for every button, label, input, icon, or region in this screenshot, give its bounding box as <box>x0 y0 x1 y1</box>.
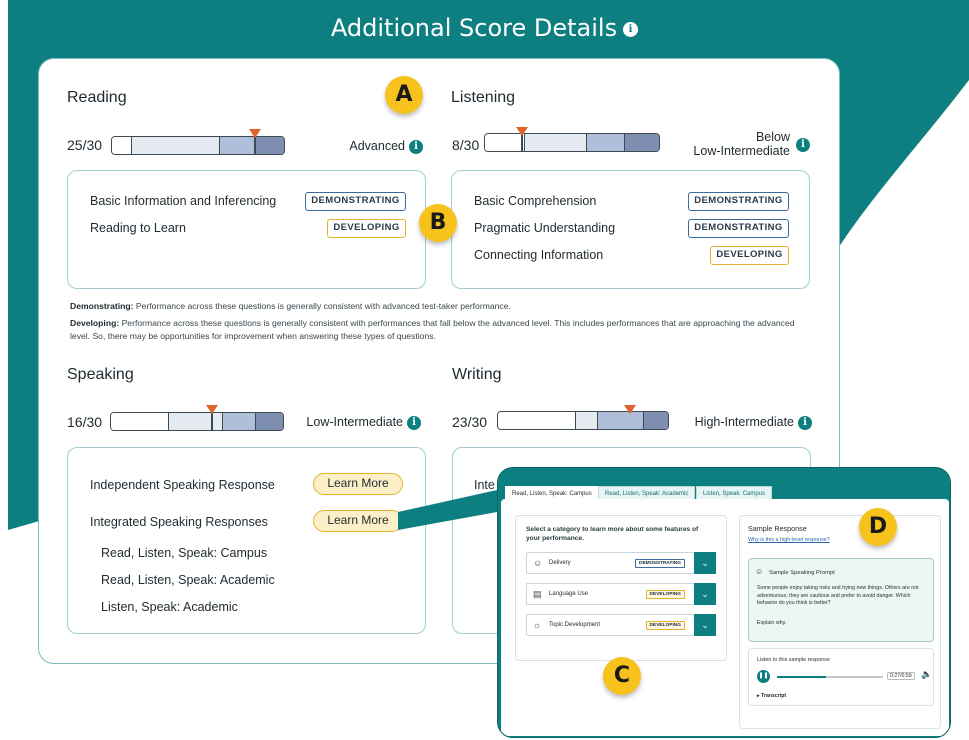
chevron-down-icon[interactable]: ⌄ <box>694 552 716 574</box>
reading-title: Reading <box>67 89 127 106</box>
audio-time: 0:27/0:59 <box>887 672 915 680</box>
speaking-score: 16/30 <box>67 414 103 430</box>
reading-level: Advanced i <box>320 139 423 154</box>
reading-score: 25/30 <box>67 137 103 153</box>
callout-a: A <box>385 76 423 114</box>
listening-score-bar <box>484 133 660 152</box>
category-row-topic-development[interactable]: ☼ Topic Development DEVELOPING ⌄ <box>526 614 716 636</box>
speaking-level: Low-Intermediate i <box>295 415 421 430</box>
callout-b: B <box>419 204 457 242</box>
audio-player: Listen to this sample response ❚❚ 0:27/0… <box>748 648 934 706</box>
listen-label: Listen to this sample response <box>757 657 830 663</box>
info-icon[interactable]: i <box>796 138 810 152</box>
callout-d: D <box>859 508 897 546</box>
writing-title: Writing <box>452 366 502 383</box>
info-icon[interactable]: i <box>798 415 812 430</box>
category-row-language-use[interactable]: ▤ Language Use DEVELOPING ⌄ <box>526 583 716 605</box>
category-card: Select a category to learn more about so… <box>515 515 727 661</box>
listening-skill-label: Basic Comprehension <box>474 194 597 208</box>
prompt-text: Some people enjoy taking risks and tryin… <box>757 585 919 606</box>
reading-skill-label: Basic Information and Inferencing <box>90 194 277 208</box>
status-badge: DEMONSTRATING <box>634 559 685 568</box>
sample-response-card: Sample Response Why is this a high-level… <box>739 515 941 729</box>
learn-more-button[interactable]: Learn More <box>313 510 403 532</box>
callout-c: C <box>603 657 641 695</box>
speaking-task-label: Integrated Speaking Responses <box>90 515 268 529</box>
sample-response-title: Sample Response <box>748 524 807 533</box>
high-level-link[interactable]: Why is this a high-level response? <box>748 536 830 545</box>
person-icon: ☺ <box>533 558 543 568</box>
listening-skill-label: Pragmatic Understanding <box>474 221 616 235</box>
status-legend: Demonstrating: Performance across these … <box>70 300 810 343</box>
legend-demonstrating: Demonstrating: Performance across these … <box>70 301 511 311</box>
writing-level: High-Intermediate i <box>680 415 812 430</box>
category-label: Language Use <box>549 591 589 597</box>
lightbulb-icon: ☼ <box>533 620 542 630</box>
listening-level-line2: Low-Intermediate <box>693 144 790 158</box>
category-label: Topic Development <box>549 622 601 628</box>
pause-icon[interactable]: ❚❚ <box>757 670 770 683</box>
reading-score-marker <box>249 129 261 138</box>
category-prompt: Select a category to learn more about so… <box>526 526 699 542</box>
info-icon[interactable]: i <box>409 139 423 154</box>
status-badge: DEMONSTRATING <box>688 219 789 238</box>
writing-task-label: Inte <box>474 478 495 492</box>
speaking-score-marker <box>206 405 218 414</box>
speaking-prompt-icon: ☺ <box>755 567 764 576</box>
audio-progress-fill <box>777 676 826 678</box>
prompt-title: Sample Speaking Prompt <box>769 570 835 576</box>
reading-score-tick <box>254 136 256 155</box>
transcript-toggle[interactable]: ▸ Transcript <box>757 692 786 701</box>
status-badge: DEMONSTRATING <box>688 192 789 211</box>
category-row-delivery[interactable]: ☺ Delivery DEMONSTRATING ⌄ <box>526 552 716 574</box>
speaking-subtask-label[interactable]: Read, Listen, Speak: Academic <box>101 573 275 587</box>
volume-icon[interactable]: 🔈 <box>921 670 932 679</box>
reading-skill-label: Reading to Learn <box>90 221 186 235</box>
audio-progress-track[interactable] <box>777 676 883 678</box>
sample-prompt-box: ☺ Sample Speaking Prompt Some people enj… <box>748 558 934 642</box>
reading-score-bar <box>111 136 285 155</box>
chevron-down-icon[interactable]: ⌄ <box>694 583 716 605</box>
chevron-down-icon[interactable]: ⌄ <box>694 614 716 636</box>
info-icon[interactable]: i <box>623 22 639 37</box>
listening-level: Below Low-Intermediate <box>680 130 790 158</box>
listening-score: 8/30 <box>452 137 480 153</box>
status-badge: DEVELOPING <box>645 590 685 599</box>
info-icon[interactable]: i <box>407 415 421 430</box>
writing-level-text: High-Intermediate <box>694 415 794 429</box>
page-title: Additional Score Details i <box>0 14 969 42</box>
writing-score-bar <box>497 411 669 430</box>
legend-developing: Developing: Performance across these que… <box>70 318 795 341</box>
speaking-subtask-label[interactable]: Read, Listen, Speak: Campus <box>101 546 267 560</box>
status-badge: DEVELOPING <box>327 219 406 238</box>
status-badge: DEVELOPING <box>645 621 685 630</box>
speaking-score-tick <box>211 412 213 431</box>
status-badge: DEMONSTRATING <box>305 192 406 211</box>
prompt-instruction: Explain why. <box>757 620 787 626</box>
reading-level-text: Advanced <box>349 139 405 153</box>
document-icon: ▤ <box>533 589 542 599</box>
speaking-task-label: Independent Speaking Response <box>90 478 275 492</box>
listening-score-marker <box>516 127 528 136</box>
listening-title: Listening <box>451 89 516 106</box>
writing-score: 23/30 <box>452 414 488 430</box>
speaking-subtask-label[interactable]: Listen, Speak: Academic <box>101 600 238 614</box>
listening-skill-label: Connecting Information <box>474 248 604 262</box>
speaking-title: Speaking <box>67 366 134 383</box>
category-label: Delivery <box>549 560 571 566</box>
speaking-level-text: Low-Intermediate <box>306 415 403 429</box>
learn-more-button[interactable]: Learn More <box>313 473 403 495</box>
listening-level-line1: Below <box>755 130 790 144</box>
writing-score-marker <box>624 405 636 414</box>
page-title-text: Additional Score Details <box>330 14 618 42</box>
status-badge: DEVELOPING <box>710 246 789 265</box>
speaking-score-bar <box>110 412 284 431</box>
